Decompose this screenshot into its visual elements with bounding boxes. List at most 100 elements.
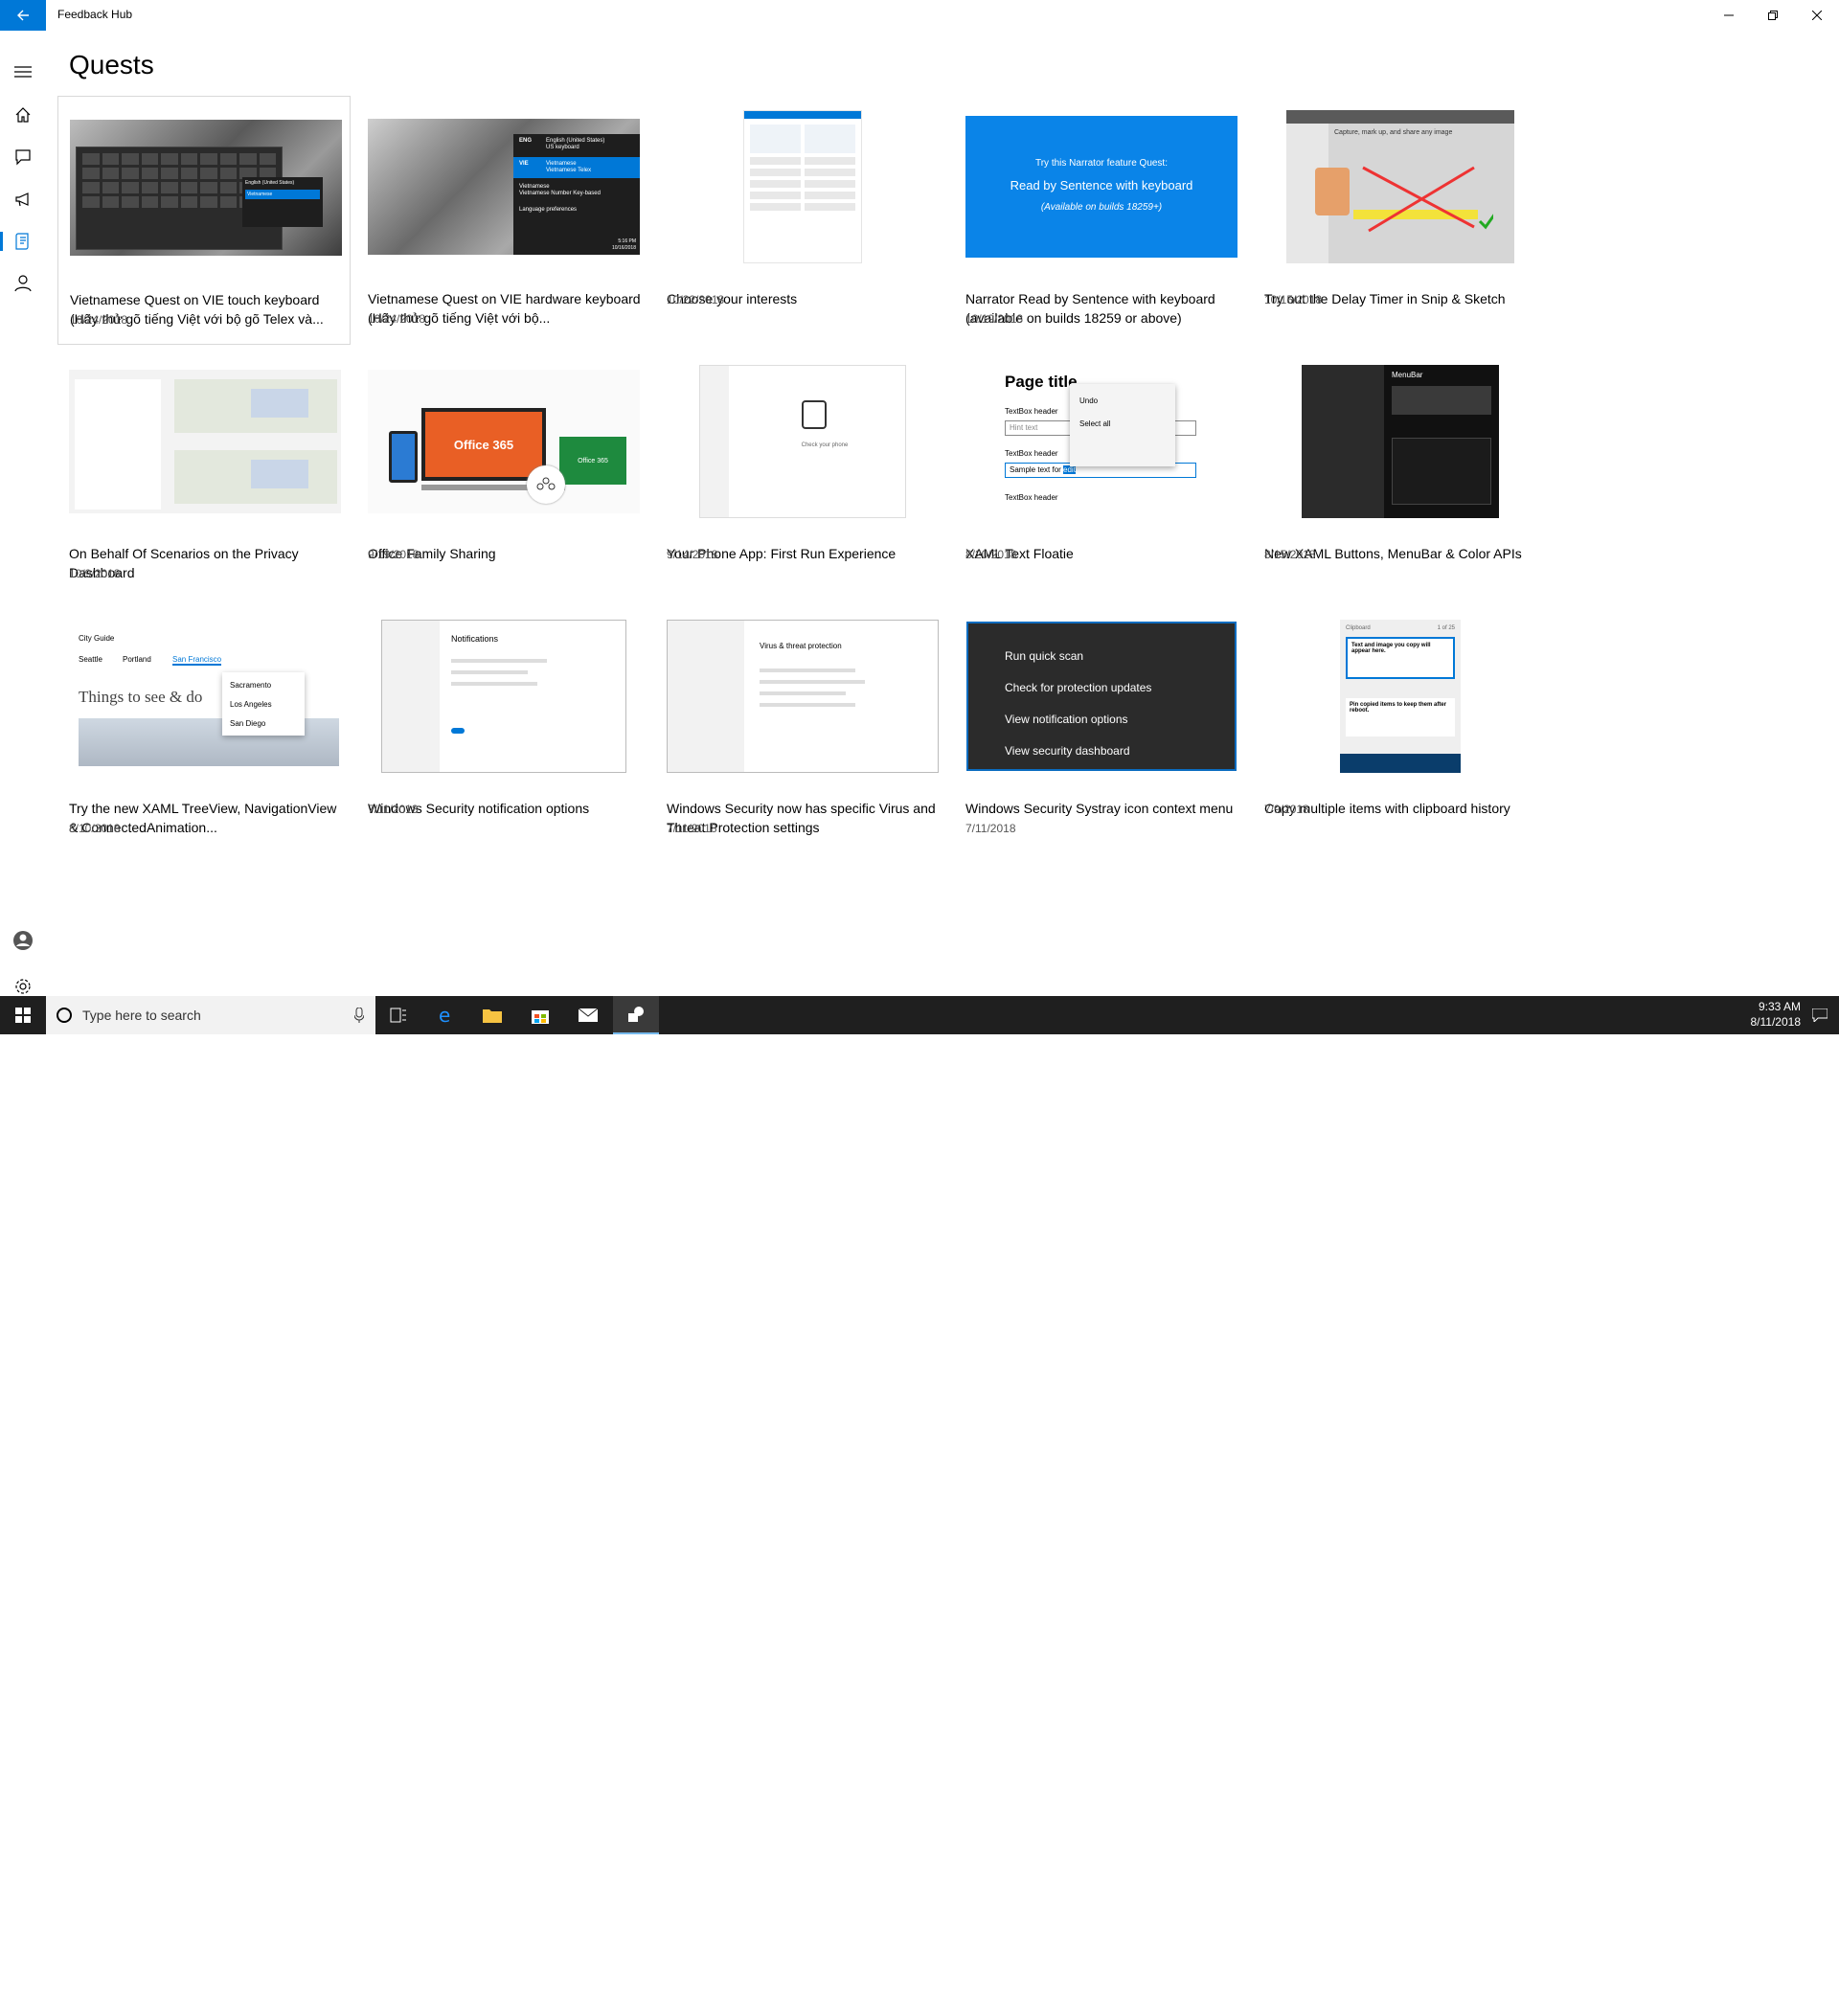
floatie-undo: Undo <box>1079 396 1099 405</box>
city-tab: Seattle <box>79 655 102 664</box>
lang-layout: Vietnamese Number Key-based <box>519 191 601 196</box>
store-taskbar-button[interactable] <box>517 996 563 1034</box>
quest-card[interactable]: Page title TextBox header Hint text Text… <box>954 351 1247 600</box>
quest-date: 7/11/2018 <box>667 822 717 835</box>
ws-notifications-screenshot: Notifications <box>381 620 626 773</box>
clipboard-item: Text and image you copy will appear here… <box>1346 637 1455 679</box>
phone-caption: Check your phone <box>801 442 849 448</box>
quest-date: 10/24/2018 <box>70 313 128 327</box>
quest-date: 9/19/2018 <box>368 548 420 561</box>
quest-card[interactable]: Try this Narrator feature Quest: Read by… <box>954 96 1247 345</box>
clipboard-screenshot: Clipboard 1 of 25 Text and image you cop… <box>1340 620 1461 773</box>
nav-home[interactable] <box>0 96 46 134</box>
quest-date: 7/9/2018 <box>1264 803 1309 816</box>
systray-menu-item: Run quick scan <box>1005 649 1084 663</box>
quest-card[interactable]: On Behalf Of Scenarios on the Privacy Da… <box>57 351 351 600</box>
floatie-header: TextBox header <box>1005 449 1058 458</box>
back-button[interactable] <box>0 0 46 31</box>
text-floatie-screenshot: Page title TextBox header Hint text Text… <box>982 365 1221 518</box>
quest-card[interactable]: Check your phone Your Phone App: First R… <box>655 351 948 600</box>
store-bag-icon <box>532 1010 549 1024</box>
city-option: San Diego <box>230 719 266 728</box>
city-option: Sacramento <box>230 681 272 690</box>
notification-icon <box>1812 1008 1828 1022</box>
account-button[interactable] <box>0 921 46 960</box>
lang-name: English (United States) <box>546 138 605 144</box>
file-explorer-taskbar-button[interactable] <box>469 996 515 1034</box>
page-title: Quests <box>69 50 154 79</box>
quest-card[interactable]: Clipboard 1 of 25 Text and image you cop… <box>1253 605 1546 854</box>
megaphone-icon <box>15 193 29 207</box>
close-button[interactable] <box>1795 0 1839 31</box>
city-guide-app: City Guide <box>79 634 115 643</box>
snip-sketch-screenshot: Capture, mark up, and share any image <box>1286 110 1514 263</box>
minimize-button[interactable] <box>1707 0 1751 31</box>
tray-clock[interactable]: 9:33 AM 8/11/2018 <box>1724 999 1802 1030</box>
ws-notifications-heading: Notifications <box>451 634 499 644</box>
quest-card[interactable]: Office 365 Office 365 Office Family Shar… <box>356 351 649 600</box>
quests-icon <box>15 233 29 250</box>
nav-announcements[interactable] <box>0 180 46 218</box>
quest-thumbnail: ENG English (United States) US keyboard … <box>368 105 640 268</box>
restore-icon <box>1768 11 1778 20</box>
city-headline: Things to see & do <box>79 688 203 706</box>
quest-card[interactable]: Notifications Windows Security notificat… <box>356 605 649 854</box>
quest-thumbnail: MenuBar <box>1264 360 1536 523</box>
start-button[interactable] <box>0 996 46 1034</box>
quest-thumbnail: Notifications <box>368 615 640 778</box>
narrator-banner: Try this Narrator feature Quest: Read by… <box>965 116 1237 258</box>
taskbar-search-box[interactable]: Type here to search <box>46 996 375 1034</box>
quest-card[interactable]: Run quick scan Check for protection upda… <box>954 605 1247 854</box>
people-icon <box>527 465 565 504</box>
gear-icon <box>15 979 31 994</box>
task-view-button[interactable] <box>375 996 421 1034</box>
quest-thumbnail: Virus & threat protection <box>667 615 939 778</box>
quest-date: 10/9/2018 <box>69 567 121 580</box>
city-tab: Portland <box>123 655 151 664</box>
action-center-button[interactable] <box>1801 996 1839 1034</box>
quest-date: 10/24/2018 <box>368 312 426 326</box>
quest-card[interactable]: Choose your interests 10/22/2018 <box>655 96 948 345</box>
mail-taskbar-button[interactable] <box>565 996 611 1034</box>
your-phone-screenshot: Check your phone <box>699 365 906 518</box>
feedback-hub-icon <box>628 1007 644 1022</box>
quest-card[interactable]: MenuBar New XAML Buttons, MenuBar & Colo… <box>1253 351 1546 600</box>
quest-card[interactable]: Virus & threat protection Windows Securi… <box>655 605 948 854</box>
hamburger-menu-button[interactable] <box>0 53 46 91</box>
lang-name: Vietnamese <box>546 161 577 167</box>
menubar-screenshot: MenuBar <box>1302 365 1499 518</box>
clipboard-count: 1 of 25 <box>1437 625 1455 631</box>
systray-menu-item: View notification options <box>1005 713 1128 726</box>
restore-button[interactable] <box>1751 0 1795 31</box>
lang-name: Vietnamese <box>519 184 550 190</box>
tray-time: 9:33 AM <box>1758 1000 1801 1013</box>
floatie-header: TextBox header <box>1005 493 1058 502</box>
nav-feedback[interactable] <box>0 138 46 176</box>
nav-quests[interactable] <box>0 222 46 260</box>
office-sharing-image: Office 365 Office 365 <box>368 370 640 513</box>
edge-taskbar-button[interactable]: e <box>423 996 469 1034</box>
edge-icon: e <box>439 1006 450 1025</box>
app-title: Feedback Hub <box>57 8 133 21</box>
quest-card[interactable]: City Guide Seattle Portland San Francisc… <box>57 605 351 854</box>
close-icon <box>1812 11 1822 20</box>
floatie-selection: edit <box>1063 465 1076 474</box>
feedback-hub-taskbar-button[interactable] <box>613 996 659 1034</box>
quest-card[interactable]: Capture, mark up, and share any image Tr… <box>1253 96 1546 345</box>
home-icon <box>15 107 31 123</box>
cortana-icon <box>57 1008 72 1023</box>
microphone-icon <box>354 1008 364 1023</box>
office-brand: Office 365 <box>421 408 546 481</box>
nav-profile[interactable] <box>0 264 46 303</box>
quest-card[interactable]: ENG English (United States) US keyboard … <box>356 96 649 345</box>
city-guide-screenshot: City Guide Seattle Portland San Francisc… <box>69 626 341 766</box>
task-view-icon <box>390 1008 406 1023</box>
city-tab-selected: San Francisco <box>172 655 222 666</box>
office-tablet: Office 365 <box>559 437 626 485</box>
clock-time: 5:16 PM <box>618 238 636 244</box>
floatie-header: TextBox header <box>1005 407 1058 416</box>
quest-thumbnail: Run quick scan Check for protection upda… <box>965 615 1237 778</box>
clipboard-item: Pin copied items to keep them after rebo… <box>1346 698 1455 736</box>
quest-card[interactable]: English (United States) Vietnamese Vietn… <box>57 96 351 345</box>
quest-thumbnail: Try this Narrator feature Quest: Read by… <box>965 105 1237 268</box>
